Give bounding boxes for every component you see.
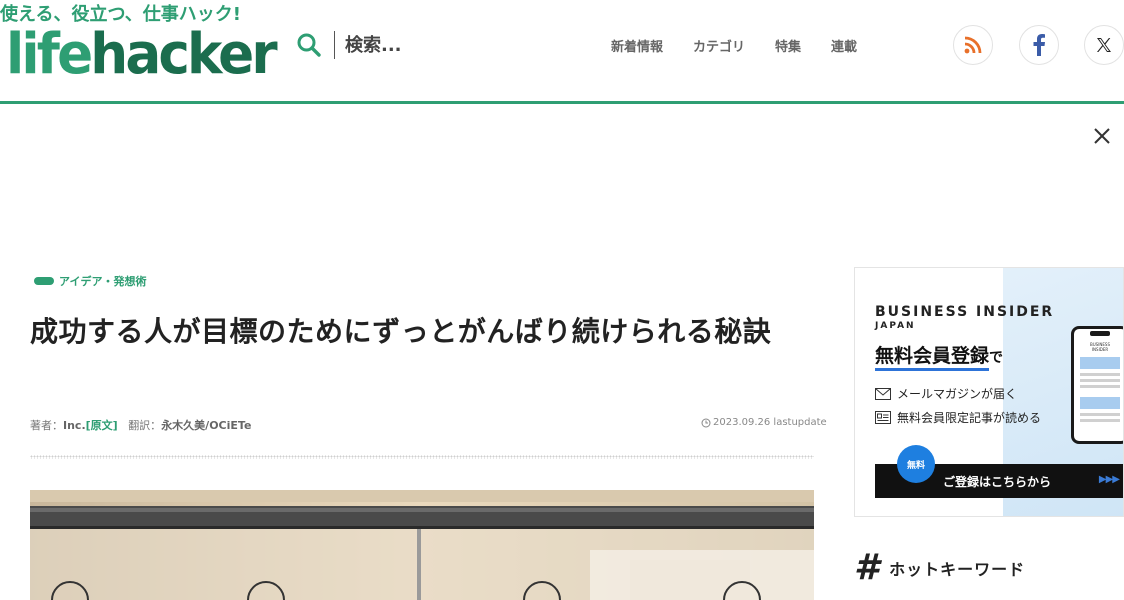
article-divider (30, 455, 814, 459)
translator-name: 永木久美/OCiETe (161, 419, 252, 432)
ad-headline-suffix: で (989, 350, 1004, 366)
ad-headline: 無料会員登録で (875, 341, 1004, 371)
logo-hacker: hacker (90, 22, 277, 87)
search-icon[interactable] (296, 32, 322, 58)
article-category[interactable]: アイデア・発想術 (34, 273, 146, 289)
source-link[interactable]: [原文] (86, 419, 118, 432)
hot-keywords-heading: # ホットキーワード (854, 548, 1025, 588)
phone-illustration: BUSINESS INSIDER (1071, 326, 1123, 444)
translator-label: 翻訳： (128, 419, 162, 432)
category-label: アイデア・発想術 (59, 275, 147, 288)
document-icon (875, 411, 891, 424)
svg-text:INSIDER: INSIDER (1092, 347, 1108, 352)
arrows-icon: ▶▶▶ (1098, 474, 1120, 485)
clock-icon (701, 418, 711, 427)
article-date: 2023.09.26 lastupdate (701, 417, 827, 428)
logo-life: life (6, 22, 93, 87)
hashtag-icon: # (854, 547, 880, 588)
nav-item-features[interactable]: 特集 (775, 36, 801, 55)
article-byline: 著者：Inc.[原文] 翻訳：永木久美/OCiETe (30, 417, 251, 433)
facebook-button[interactable] (1019, 25, 1059, 65)
search-input[interactable] (345, 34, 465, 56)
ad-headline-main: 無料会員登録 (875, 345, 990, 371)
close-icon (1094, 128, 1110, 144)
rss-icon (964, 36, 982, 54)
hot-keywords-label: ホットキーワード (889, 560, 1026, 579)
x-icon (1097, 38, 1111, 52)
search-bar (296, 30, 465, 60)
business-insider-ad[interactable]: BUSINESS INSIDER JAPAN 無料会員登録で メールマガジンが届… (854, 267, 1124, 517)
x-button[interactable] (1084, 25, 1124, 65)
ad-feature-articles-text: 無料会員限定記事が読める (897, 411, 1042, 425)
ad-cta-label: ご登録はこちらから (943, 474, 1052, 489)
article-hero-image (30, 490, 814, 600)
nav-item-category[interactable]: カテゴリ (693, 36, 745, 55)
nav-item-new[interactable]: 新着情報 (611, 36, 663, 55)
site-header: 使える、役立つ、仕事ハック! lifehacker 新着情報 カテゴリ 特集 連… (0, 0, 1124, 104)
site-logo[interactable]: lifehacker (6, 22, 278, 87)
close-ad-button[interactable] (1090, 124, 1114, 148)
date-text: 2023.09.26 lastupdate (713, 417, 827, 428)
author-label: 著者： (30, 419, 63, 432)
nav-item-series[interactable]: 連載 (831, 36, 857, 55)
ad-feature-articles: 無料会員限定記事が読める (875, 409, 1041, 426)
category-pill-icon (34, 277, 54, 285)
search-divider (334, 31, 335, 59)
ad-brand-sub: JAPAN (875, 321, 916, 331)
rss-button[interactable] (953, 25, 993, 65)
facebook-icon (1033, 34, 1045, 56)
author-name: Inc. (63, 419, 86, 432)
ad-brand: BUSINESS INSIDER (875, 304, 1055, 320)
ad-free-badge: 無料 (897, 445, 935, 483)
mail-icon (875, 387, 891, 400)
article-title: 成功する人が目標のためにずっとがんばり続けられる秘訣 (30, 315, 772, 348)
ad-feature-newsletter: メールマガジンが届く (875, 385, 1017, 402)
ad-feature-newsletter-text: メールマガジンが届く (897, 387, 1018, 401)
main-nav: 新着情報 カテゴリ 特集 連載 (611, 36, 887, 55)
